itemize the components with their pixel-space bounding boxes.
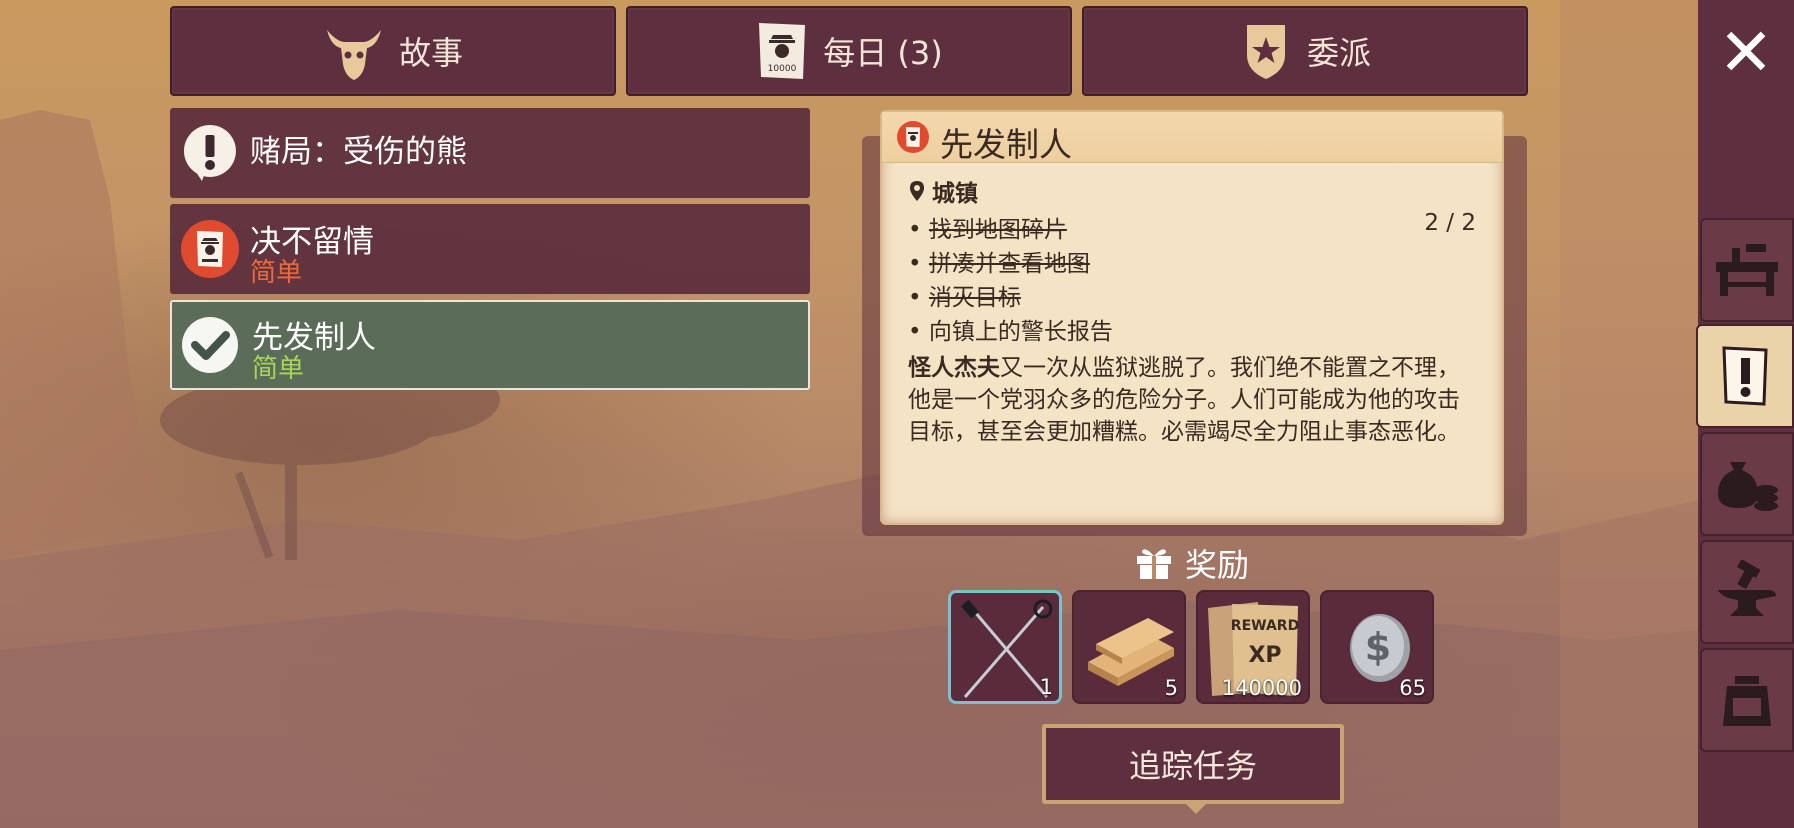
wanted-poster-icon — [181, 220, 239, 278]
wanted-poster-icon: 10000 — [759, 23, 806, 79]
svg-text:10000: 10000 — [768, 64, 797, 74]
quest-exclamation-icon — [1722, 346, 1768, 406]
wanted-poster-icon — [897, 121, 929, 153]
workbench-icon — [1716, 244, 1778, 296]
tab-delegate-label: 委派 — [1306, 34, 1371, 72]
tab-story-label: 故事 — [398, 34, 463, 72]
objective-item: • 找到地图碎片 — [908, 217, 1067, 243]
objective-item: • 向镇上的警长报告 — [908, 319, 1113, 345]
reward-item[interactable]: 1 — [948, 590, 1062, 704]
reward-quantity: 1 — [1039, 675, 1053, 699]
rewards-label: 奖励 — [1185, 546, 1250, 584]
detail-location: 城镇 — [910, 174, 978, 208]
tab-daily[interactable]: 10000 每日 (3) — [626, 6, 1072, 96]
sheriff-badge-icon — [1246, 25, 1285, 79]
objective-item: • 拼凑并查看地图 — [908, 251, 1090, 277]
description-name: 怪人杰夫 — [908, 355, 1000, 381]
tab-story[interactable]: 故事 — [170, 6, 616, 96]
reward-quantity: 5 — [1164, 676, 1178, 700]
side-tab-backpack[interactable] — [1700, 648, 1794, 752]
gift-icon — [1137, 549, 1171, 579]
checkmark-icon — [182, 317, 238, 373]
svg-text:$: $ — [1365, 625, 1391, 669]
rewards-heading: 奖励 — [1135, 540, 1249, 586]
track-quest-button[interactable]: 追踪任务 — [1042, 724, 1344, 804]
tab-delegate[interactable]: 委派 — [1082, 6, 1528, 96]
side-tab-crafting[interactable] — [1700, 540, 1794, 644]
objective-text: 向镇上的警长报告 — [928, 319, 1113, 345]
exclamation-icon — [183, 125, 236, 181]
location-pin-icon — [910, 181, 924, 201]
quest-item-no-mercy[interactable]: 决不留情 简单 — [170, 204, 810, 294]
objective-item: • 消灭目标 — [908, 285, 1021, 311]
objective-text: 拼凑并查看地图 — [928, 251, 1090, 277]
backpack-icon — [1723, 676, 1771, 726]
quest-difficulty: 简单 — [250, 258, 303, 288]
side-tab-workbench[interactable] — [1700, 218, 1794, 322]
button-pointer — [1184, 802, 1208, 814]
objective-text: 找到地图碎片 — [928, 217, 1067, 243]
reward-item[interactable]: 5 — [1072, 590, 1186, 704]
svg-text:XP: XP — [1248, 643, 1281, 668]
close-button[interactable]: ✕ — [1698, 0, 1794, 105]
detail-title: 先发制人 — [940, 125, 1072, 164]
side-tab-quests[interactable] — [1696, 324, 1794, 428]
quest-title: 赌局：受伤的熊 — [250, 134, 467, 170]
quest-description: 怪人杰夫又一次从监狱逃脱了。我们绝不能置之不理，他是一个党羽众多的危险分子。人们… — [908, 352, 1478, 448]
bull-skull-icon — [326, 30, 381, 80]
anvil-icon — [1718, 560, 1776, 616]
reward-item[interactable]: REWARD XP 140000 — [1196, 590, 1310, 704]
quest-detail-card: 先发制人 城镇 • 找到地图碎片 2 / 2 • 拼凑并查看地图 • 消灭目标 … — [880, 110, 1504, 525]
quest-item-preemptive-strike[interactable]: 先发制人 简单 — [170, 300, 810, 390]
reward-quantity: 140000 — [1221, 676, 1302, 700]
reward-item[interactable]: $ 65 — [1320, 590, 1434, 704]
objective-progress: 2 / 2 — [1424, 210, 1476, 236]
track-quest-label: 追踪任务 — [1128, 747, 1257, 785]
side-tab-money[interactable] — [1700, 432, 1794, 536]
reward-quantity: 65 — [1399, 676, 1426, 700]
location-label: 城镇 — [932, 181, 978, 207]
tab-daily-label: 每日 (3) — [823, 34, 943, 72]
money-bag-icon — [1718, 462, 1778, 511]
objective-text: 消灭目标 — [928, 285, 1021, 311]
close-icon: ✕ — [1718, 14, 1774, 91]
quest-item-bet-wounded-bear[interactable]: 赌局：受伤的熊 — [170, 108, 810, 198]
quest-difficulty: 简单 — [252, 354, 305, 384]
svg-text:REWARD: REWARD — [1231, 618, 1299, 634]
